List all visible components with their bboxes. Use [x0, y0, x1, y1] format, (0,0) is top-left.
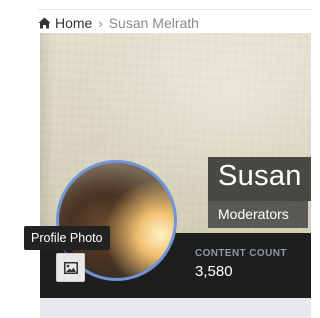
profile-name: Susan [218, 160, 302, 192]
chevron-right-icon: › [98, 15, 103, 31]
change-profile-photo-button[interactable] [56, 253, 85, 282]
content-count-value: 3,580 [195, 263, 233, 280]
profile-tabs-strip [40, 298, 311, 318]
content-count-label: CONTENT COUNT [195, 248, 287, 259]
breadcrumb: Home › Susan Melrath [38, 14, 199, 32]
top-divider [38, 9, 311, 10]
home-icon [38, 17, 51, 29]
breadcrumb-home-label[interactable]: Home [55, 15, 92, 31]
breadcrumb-home-link[interactable]: Home [38, 15, 92, 31]
profile-photo-tooltip: Profile Photo [24, 226, 110, 250]
profile-group[interactable]: Moderators [218, 206, 289, 222]
breadcrumb-current: Susan Melrath [108, 15, 199, 31]
image-icon [63, 261, 78, 274]
